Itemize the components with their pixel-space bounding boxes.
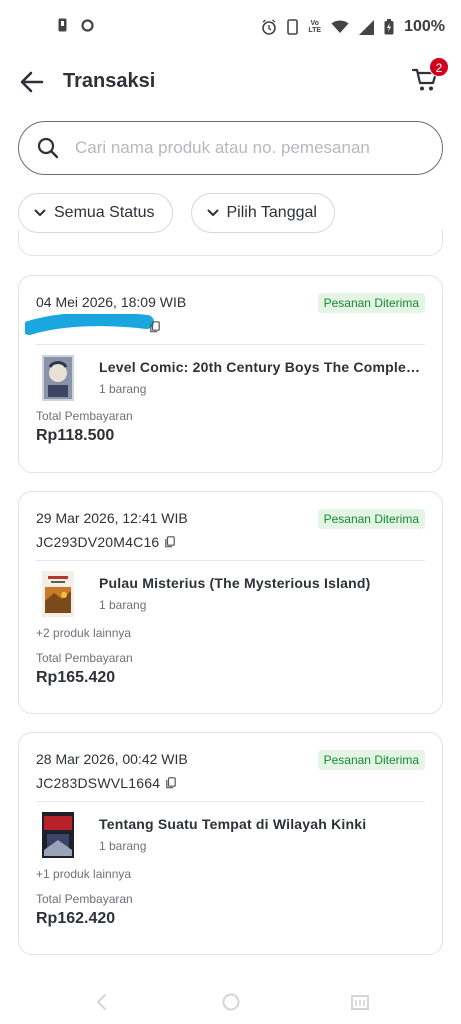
status-bar: Vo LTE 100%: [0, 0, 461, 56]
product-name: Tentang Suatu Tempat di Wilayah Kinki: [99, 816, 367, 832]
battery-icon: [384, 19, 394, 35]
total-value: Rp118.500: [36, 427, 115, 444]
product-thumbnail: [42, 355, 74, 401]
product-quantity: 1 barang: [99, 839, 147, 853]
total-label: Total Pembayaran: [36, 651, 133, 665]
phone-icon: [287, 19, 299, 35]
back-nav-button[interactable]: [88, 988, 116, 1016]
system-nav-bar: [0, 980, 461, 1024]
total-label: Total Pembayaran: [36, 409, 133, 423]
redaction-scribble: [25, 314, 154, 335]
search-box[interactable]: [18, 121, 443, 175]
order-card[interactable]: 04 Mei 2026, 18:09 WIB Pesanan Diterima …: [18, 275, 443, 473]
order-date: 04 Mei 2026, 18:09 WIB: [36, 294, 187, 310]
status-filter-chip[interactable]: Semua Status: [18, 193, 173, 233]
arrow-left-icon: [20, 71, 44, 93]
product-quantity: 1 barang: [99, 598, 147, 612]
copy-icon[interactable]: [166, 777, 177, 789]
signal-icon: [359, 19, 375, 35]
home-nav-icon: [222, 993, 240, 1011]
product-thumbnail: [42, 812, 74, 858]
order-id: JC293DV20M4C16: [36, 534, 176, 550]
recents-nav-button[interactable]: [346, 988, 374, 1016]
volte-icon: Vo LTE: [308, 20, 322, 34]
divider: [36, 344, 425, 345]
divider: [36, 560, 425, 561]
order-id: JC283DSWVL1664: [36, 775, 177, 791]
product-name: Pulau Misterius (The Mysterious Island): [99, 575, 371, 591]
copy-icon[interactable]: [150, 321, 160, 333]
search-icon: [37, 137, 59, 159]
product-quantity: 1 barang: [99, 382, 147, 396]
order-card[interactable]: 29 Mar 2026, 12:41 WIB Pesanan Diterima …: [18, 491, 443, 714]
back-nav-icon: [97, 994, 106, 1010]
total-label: Total Pembayaran: [36, 892, 133, 906]
product-name: Level Comic: 20th Century Boys The Compl…: [99, 359, 422, 375]
sim-icon: [58, 18, 67, 32]
back-button[interactable]: [18, 68, 46, 96]
home-nav-button[interactable]: [217, 988, 245, 1016]
more-products-text: +1 produk lainnya: [36, 867, 132, 881]
copy-icon[interactable]: [165, 536, 176, 548]
wifi-icon: [331, 20, 349, 34]
previous-order-card-edge: [18, 230, 443, 256]
chevron-down-icon: [34, 209, 46, 216]
chevron-down-icon: [207, 209, 218, 216]
status-badge: Pesanan Diterima: [317, 509, 425, 529]
alarm-icon: [261, 19, 277, 35]
order-date: 29 Mar 2026, 12:41 WIB: [36, 510, 188, 526]
cart-button[interactable]: 2: [411, 57, 449, 98]
total-value: Rp165.420: [36, 669, 116, 686]
divider: [36, 801, 425, 802]
page-title: Transaksi: [63, 70, 156, 92]
circle-icon: [81, 18, 94, 32]
app-header: Transaksi 2: [0, 57, 461, 106]
order-id-text: JC293DV20M4C16: [36, 534, 160, 550]
cart-count-badge: 2: [429, 57, 449, 77]
total-value: Rp162.420: [36, 910, 116, 927]
battery-level: 100%: [404, 18, 445, 35]
recents-nav-icon: [351, 995, 369, 1010]
status-filter-label: Semua Status: [54, 204, 155, 221]
more-products-text: +2 produk lainnya: [36, 626, 132, 640]
filter-bar: Semua Status Pilih Tanggal: [18, 193, 335, 233]
status-badge: Pesanan Diterima: [317, 750, 425, 770]
date-filter-chip[interactable]: Pilih Tanggal: [190, 193, 335, 233]
product-thumbnail: [42, 571, 74, 617]
search-input[interactable]: [75, 138, 415, 158]
date-filter-label: Pilih Tanggal: [226, 204, 317, 221]
order-card[interactable]: 28 Mar 2026, 00:42 WIB Pesanan Diterima …: [18, 732, 443, 955]
order-id-text: JC283DSWVL1664: [36, 775, 161, 791]
order-date: 28 Mar 2026, 00:42 WIB: [36, 751, 188, 767]
status-badge: Pesanan Diterima: [317, 293, 425, 313]
